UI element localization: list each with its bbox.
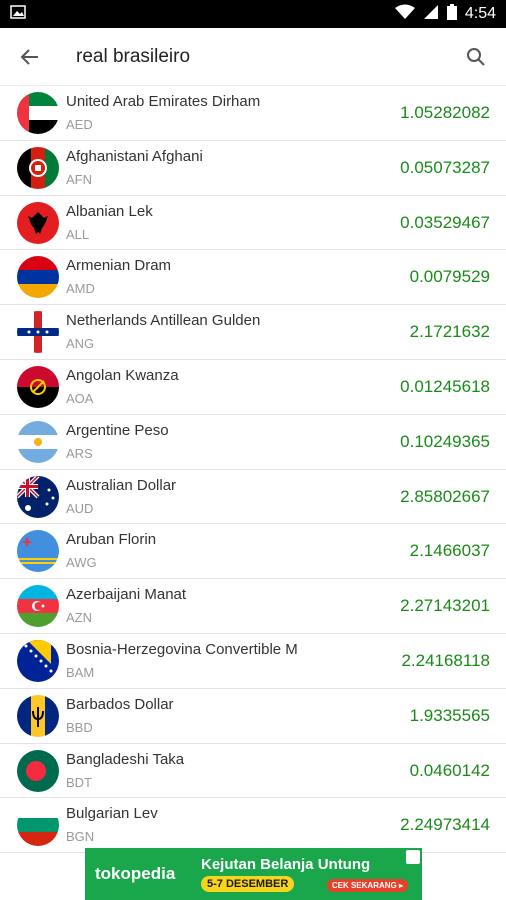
bosnia-flag-icon	[17, 639, 59, 682]
currency-code: ALL	[66, 226, 90, 242]
albania-flag-icon	[17, 201, 59, 244]
currency-name: Australian Dollar	[66, 476, 177, 494]
currency-name: Armenian Dram	[66, 257, 172, 275]
currency-value: 2.27143201	[400, 596, 490, 616]
wifi-icon	[394, 4, 415, 25]
battery-icon	[446, 3, 457, 25]
currency-name: Angolan Kwanza	[66, 366, 179, 384]
currency-value: 2.1466037	[409, 541, 490, 561]
currency-code: AED	[66, 117, 93, 132]
currency-code: ANG	[66, 336, 95, 352]
currency-row[interactable]: Barbados Dollar BBD 1.9335565	[0, 689, 506, 744]
currency-name: Barbados Dollar	[66, 695, 174, 713]
aruba-flag-icon	[17, 530, 59, 573]
currency-list: United Arab Emirates Dirham AED 1.052820…	[0, 86, 506, 854]
currency-row[interactable]: Afghanistani Afghani AFN 0.05073287	[0, 141, 506, 196]
currency-value: 0.0079529	[409, 267, 490, 287]
ad-banner[interactable]: tokopedia Kejutan Belanja Untung 5-7 DES…	[85, 848, 422, 900]
back-button[interactable]	[0, 28, 60, 86]
australia-flag-icon	[17, 475, 59, 518]
currency-value: 0.05073287	[400, 157, 490, 177]
search-input[interactable]: real brasileiro	[60, 46, 446, 68]
currency-name: Netherlands Antillean Gulden	[66, 312, 261, 330]
currency-row[interactable]: Bulgarian Lev BGN 2.24973414	[0, 798, 506, 854]
bangladesh-flag-icon	[17, 749, 59, 792]
currency-code: BGN	[66, 829, 95, 845]
bulgaria-flag-icon	[17, 804, 59, 847]
netherlands-antilles-flag-icon	[17, 311, 59, 354]
currency-name: Bulgarian Lev	[66, 805, 158, 823]
clock: 4:54	[464, 5, 496, 22]
currency-value: 2.1721632	[409, 322, 490, 342]
angola-flag-icon	[17, 365, 59, 408]
currency-row[interactable]: Netherlands Antillean Gulden ANG 2.17216…	[0, 305, 506, 360]
currency-row[interactable]: Albanian Lek ALL 0.03529467	[0, 196, 506, 251]
currency-value: 1.05282082	[400, 103, 490, 122]
currency-name: Albanian Lek	[66, 202, 153, 220]
currency-name: Azerbaijani Manat	[66, 586, 187, 604]
currency-name: Argentine Peso	[66, 421, 169, 439]
currency-value: 1.9335565	[409, 705, 490, 725]
search-toolbar: real brasileiro	[0, 28, 506, 86]
currency-row[interactable]: Bosnia-Herzegovina Convertible M BAM 2.2…	[0, 634, 506, 689]
argentina-flag-icon	[17, 420, 59, 463]
ad-title: Kejutan Belanja Untung	[201, 856, 371, 873]
currency-row[interactable]: Armenian Dram AMD 0.0079529	[0, 250, 506, 306]
currency-value: 0.01245618	[400, 376, 490, 396]
currency-code: BAM	[66, 664, 95, 680]
currency-code: AZN	[66, 610, 92, 626]
gallery-notification-icon	[10, 4, 26, 24]
currency-name: Bangladeshi Taka	[66, 750, 185, 768]
search-icon	[467, 47, 485, 66]
currency-row[interactable]: Angolan Kwanza AOA 0.01245618	[0, 360, 506, 415]
ad-brand-logo: tokopedia	[95, 864, 176, 883]
ad-date-badge: 5-7 DESEMBER	[201, 876, 295, 892]
arrow-back-icon	[20, 48, 38, 65]
currency-row[interactable]: Aruban Florin AWG 2.1466037	[0, 524, 506, 580]
currency-code: AMD	[66, 281, 95, 297]
signal-icon	[423, 4, 439, 25]
currency-value: 2.24973414	[400, 815, 490, 835]
currency-code: BBD	[66, 719, 93, 735]
barbados-flag-icon	[17, 694, 59, 737]
currency-value: 0.03529467	[400, 212, 490, 232]
currency-value: 2.24168118	[401, 650, 490, 670]
armenia-flag-icon	[17, 256, 59, 299]
currency-row[interactable]: United Arab Emirates Dirham AED 1.052820…	[0, 86, 506, 141]
currency-code: AOA	[66, 390, 94, 406]
ad-choices-icon[interactable]	[406, 850, 420, 864]
ad-cta-button[interactable]: CEK SEKARANG ▸	[326, 879, 408, 892]
currency-code: AUD	[66, 500, 94, 516]
currency-row[interactable]: Argentine Peso ARS 0.10249365	[0, 415, 506, 470]
currency-name: Bosnia-Herzegovina Convertible M	[66, 640, 298, 658]
uae-flag-icon	[17, 92, 59, 134]
status-bar: 4:54	[0, 0, 506, 28]
currency-value: 2.85802667	[400, 486, 490, 506]
currency-row[interactable]: Azerbaijani Manat AZN 2.27143201	[0, 579, 506, 634]
currency-code: ARS	[66, 445, 93, 461]
currency-row[interactable]: Australian Dollar AUD 2.85802667	[0, 470, 506, 525]
currency-name: Aruban Florin	[66, 531, 157, 549]
search-button[interactable]	[446, 28, 506, 86]
currency-name: United Arab Emirates Dirham	[66, 93, 261, 110]
currency-row[interactable]: Bangladeshi Taka BDT 0.0460142	[0, 744, 506, 799]
currency-value: 0.10249365	[400, 431, 490, 451]
currency-code: AWG	[66, 555, 97, 571]
currency-name: Afghanistani Afghani	[66, 147, 203, 165]
afghanistan-flag-icon	[17, 146, 59, 189]
currency-value: 0.0460142	[409, 760, 490, 780]
currency-code: BDT	[66, 774, 92, 790]
currency-code: AFN	[66, 171, 92, 187]
azerbaijan-flag-icon	[17, 585, 59, 628]
